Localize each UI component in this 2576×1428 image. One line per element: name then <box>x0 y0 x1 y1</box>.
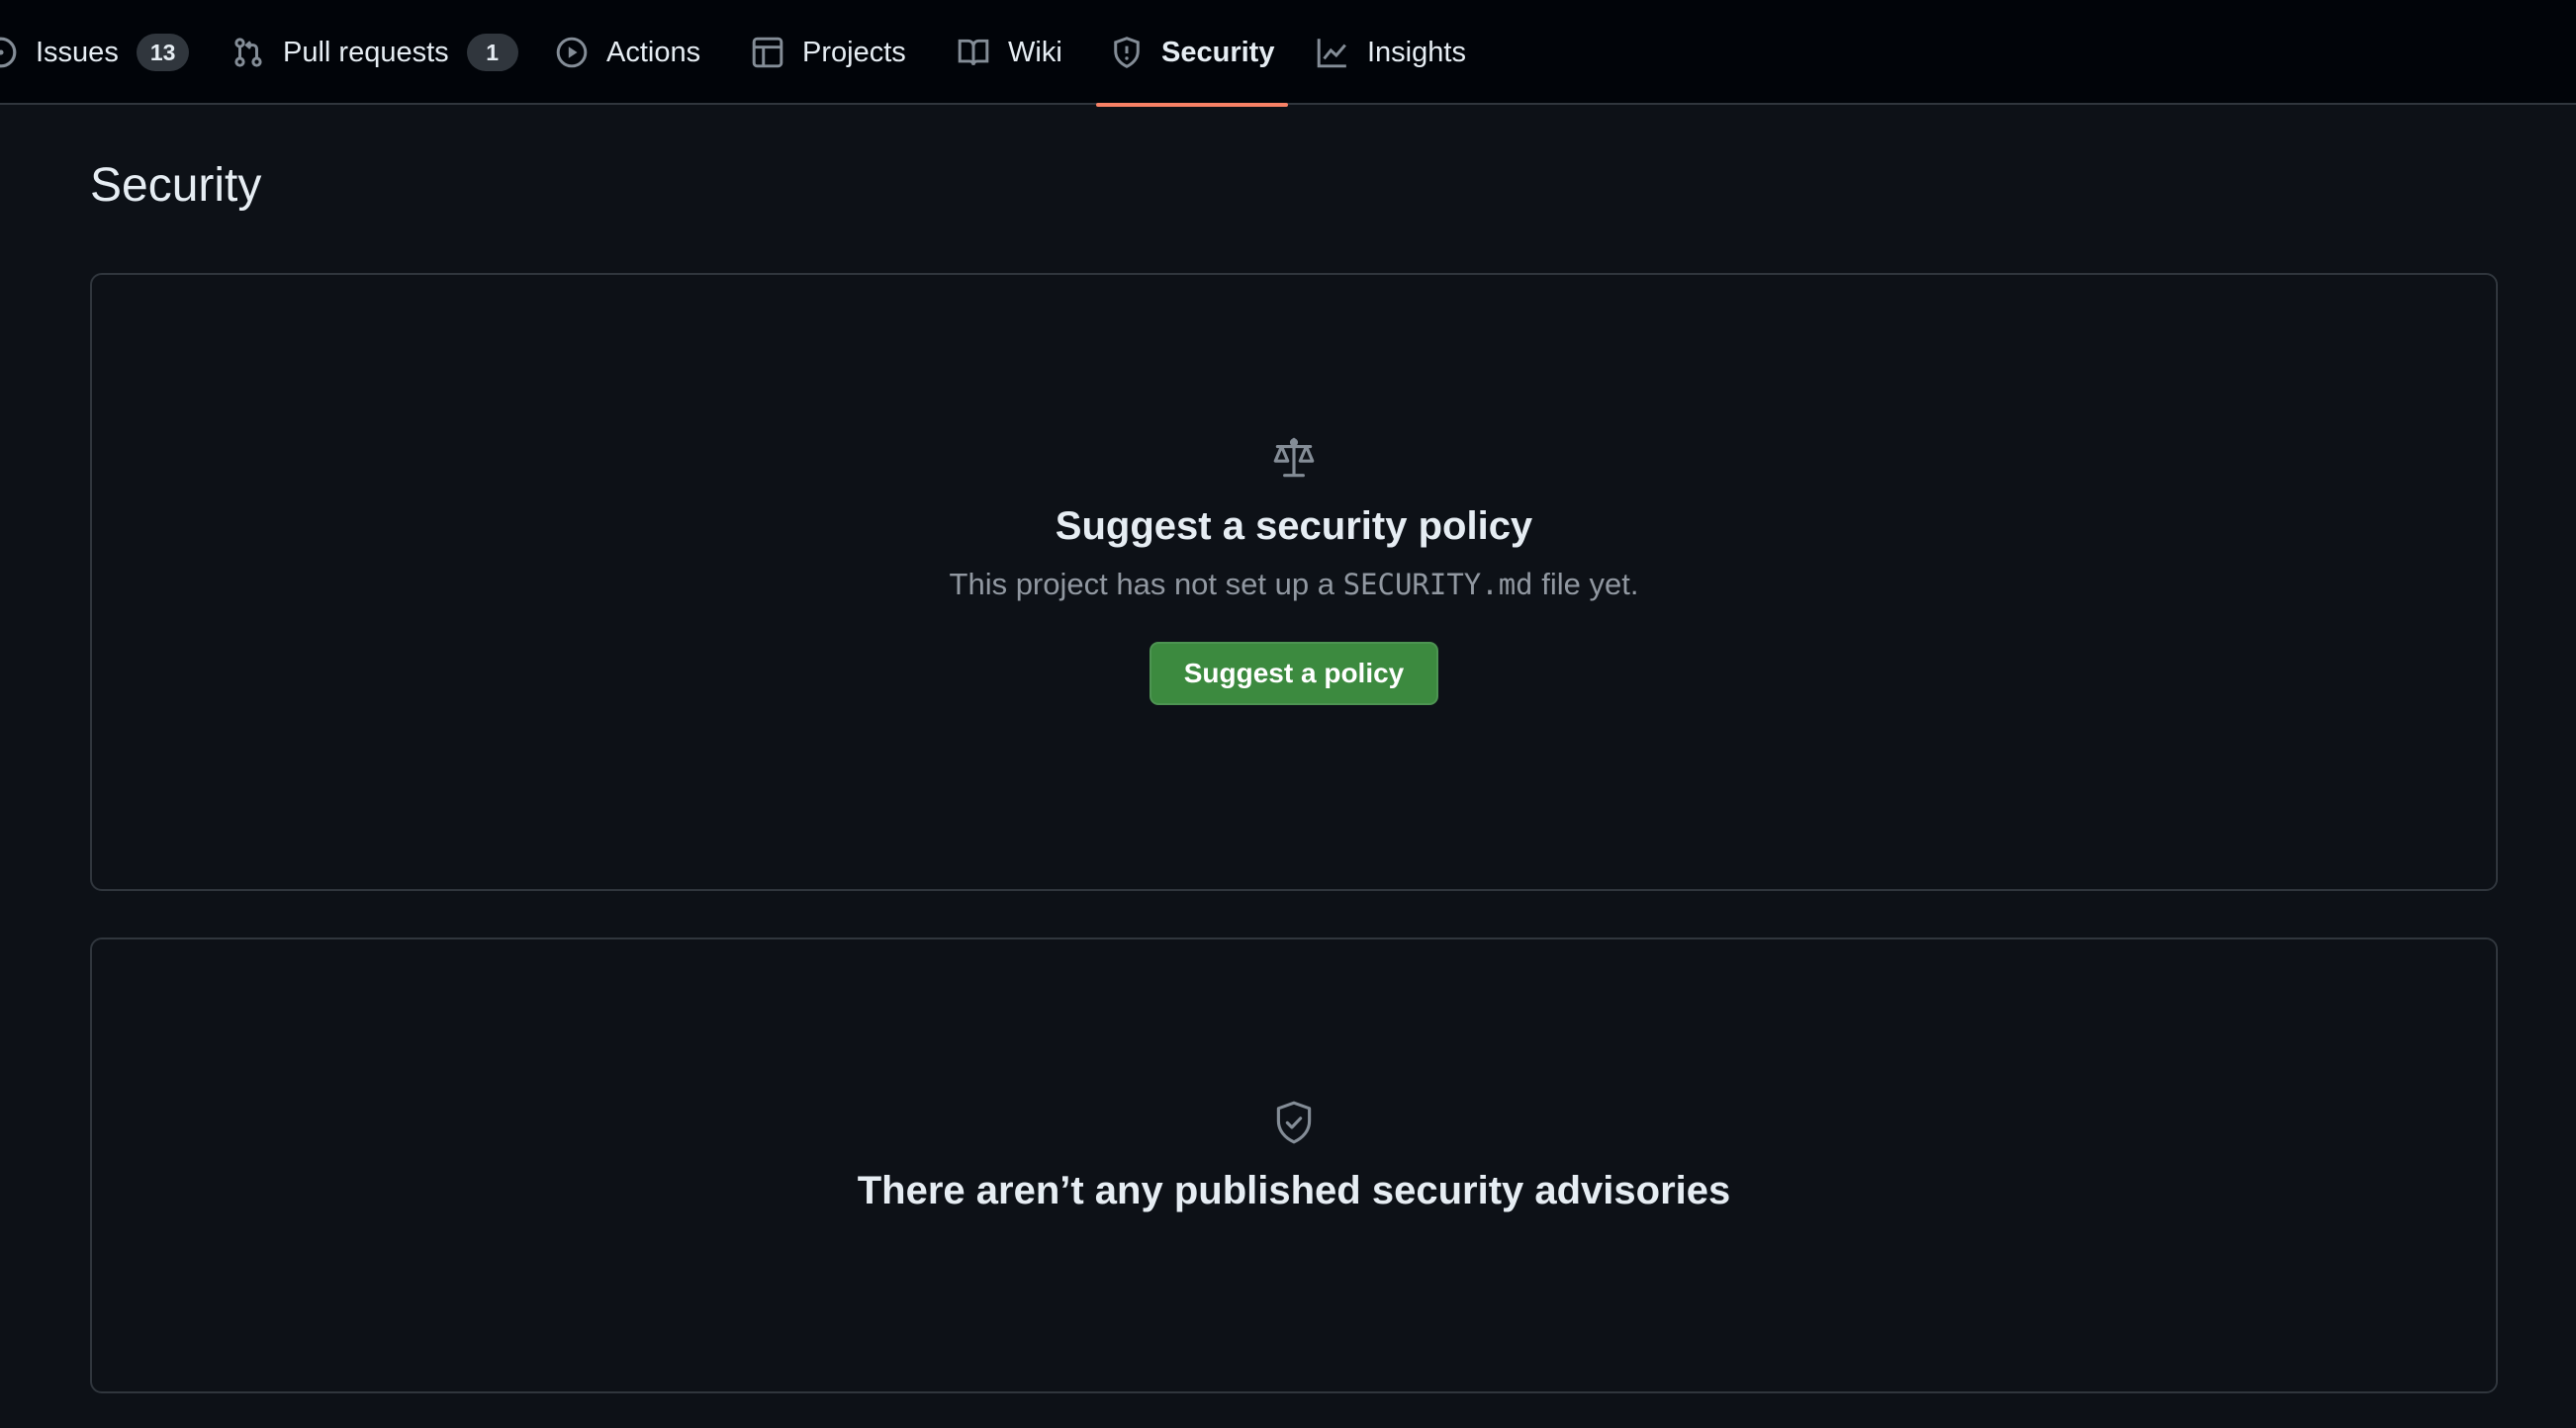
pull-requests-count-badge: 1 <box>466 34 518 71</box>
git-pull-request-icon <box>231 36 265 69</box>
tab-wiki[interactable]: Wiki <box>957 0 1062 105</box>
security-md-filename: SECURITY.md <box>1342 568 1533 601</box>
tab-wiki-label: Wiki <box>1008 36 1062 68</box>
description-text-end: file yet. <box>1532 567 1639 601</box>
tab-pull-requests-label: Pull requests <box>283 36 449 68</box>
shield-check-icon <box>1269 1098 1319 1147</box>
security-advisories-title: There aren’t any published security advi… <box>857 1169 1731 1212</box>
repo-nav: Issues 13 Pull requests 1 Actions Projec… <box>0 0 2576 107</box>
tab-issues-label: Issues <box>36 36 119 68</box>
security-advisories-panel: There aren’t any published security advi… <box>90 937 2498 1393</box>
law-icon <box>1269 433 1319 483</box>
tab-projects[interactable]: Projects <box>751 0 906 105</box>
play-icon <box>555 36 589 69</box>
shield-icon <box>1110 36 1144 69</box>
tab-actions-label: Actions <box>606 36 701 68</box>
description-text-start: This project has not set up a <box>949 567 1343 601</box>
table-icon <box>751 36 784 69</box>
tab-insights[interactable]: Insights <box>1316 0 1466 105</box>
page-title: Security <box>90 159 262 212</box>
tab-actions[interactable]: Actions <box>555 0 700 105</box>
security-policy-blankslate: Suggest a security policy This project h… <box>92 433 2496 705</box>
issue-opened-icon <box>0 36 18 69</box>
security-policy-panel: Suggest a security policy This project h… <box>90 273 2498 891</box>
book-icon <box>957 36 990 69</box>
tab-security-label: Security <box>1161 36 1275 68</box>
tab-projects-label: Projects <box>802 36 906 68</box>
suggest-policy-button[interactable]: Suggest a policy <box>1149 642 1439 705</box>
tab-pull-requests[interactable]: Pull requests 1 <box>231 0 518 105</box>
issues-count-badge: 13 <box>136 34 190 71</box>
security-advisories-blankslate: There aren’t any published security advi… <box>92 1098 2496 1213</box>
graph-icon <box>1316 36 1349 69</box>
security-policy-description: This project has not set up a SECURITY.m… <box>950 567 1639 602</box>
tab-insights-label: Insights <box>1367 36 1466 68</box>
security-policy-title: Suggest a security policy <box>1055 504 1533 548</box>
tab-security[interactable]: Security <box>1095 0 1289 107</box>
tab-issues[interactable]: Issues 13 <box>0 0 190 105</box>
